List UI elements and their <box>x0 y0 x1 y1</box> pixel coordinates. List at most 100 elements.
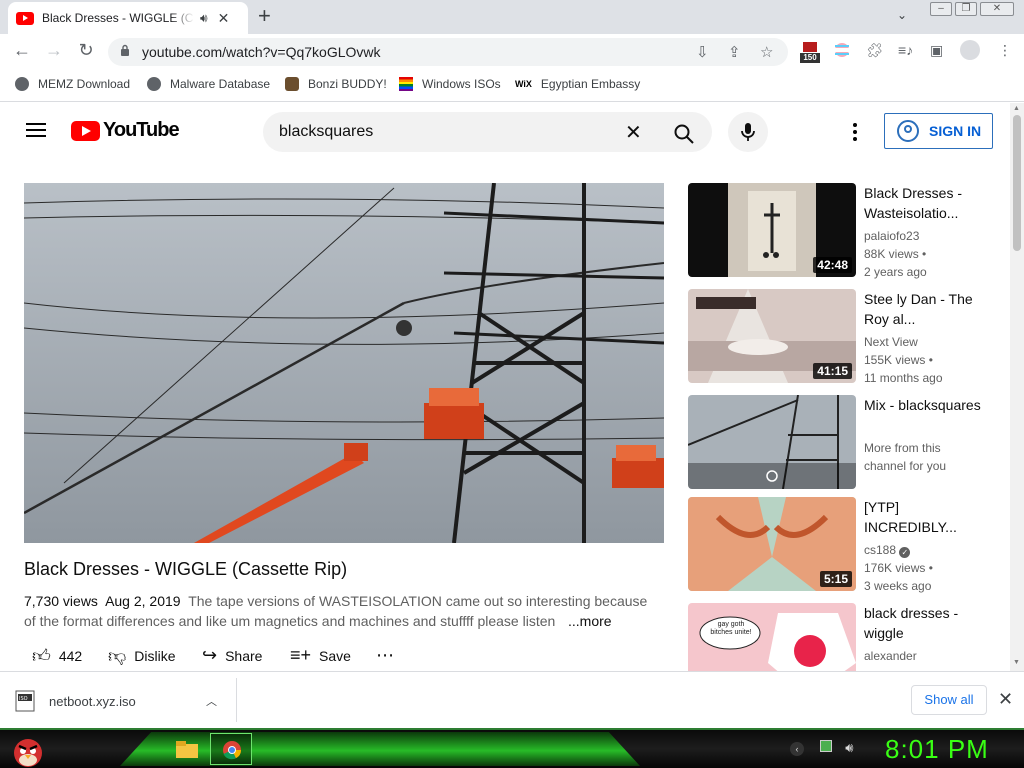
chrome-icon <box>223 741 242 760</box>
recommendation-channel[interactable]: alexander <box>864 647 992 665</box>
settings-kebab-icon[interactable] <box>853 123 859 144</box>
share-label: Share <box>225 647 263 664</box>
scroll-down-arrow-icon[interactable]: ▼ <box>1013 659 1020 666</box>
save-button[interactable]: ≡+ Save <box>290 645 351 666</box>
thumbnail-speech-bubble-text: gay goth bitches unite! <box>710 621 752 636</box>
volume-icon[interactable]: 🔊︎ <box>845 740 853 755</box>
back-arrow-icon[interactable]: ← <box>10 40 34 61</box>
download-filename[interactable]: netboot.xyz.iso <box>49 694 136 709</box>
recommendation-item[interactable]: 5:15 [YTP] INCREDIBLY... cs188 ✓ 176K vi… <box>688 497 998 593</box>
scroll-up-arrow-icon[interactable]: ▲ <box>1013 105 1020 112</box>
tab-close-icon[interactable]: ✕ <box>218 10 230 27</box>
recommendation-title[interactable]: [YTP] INCREDIBLY... <box>864 497 992 537</box>
sign-in-button[interactable]: SIGN IN <box>884 113 993 149</box>
install-app-icon[interactable]: ⇩ <box>696 43 709 61</box>
new-tab-button[interactable]: + <box>258 5 271 27</box>
close-window-button[interactable]: ✕ <box>980 2 1014 16</box>
bookmark-windows-isos[interactable]: Windows ISOs <box>399 77 501 91</box>
minimize-button[interactable]: – <box>930 2 952 16</box>
show-all-downloads-button[interactable]: Show all <box>911 685 987 715</box>
recommendation-item[interactable]: Mix - blacksquares More from this channe… <box>688 395 998 489</box>
extensions-puzzle-icon[interactable]: 🧩︎ <box>866 42 884 59</box>
recommendation-thumbnail[interactable]: 5:15 <box>688 497 856 591</box>
media-queue-icon[interactable]: ≡♪ <box>898 42 913 58</box>
recommendation-thumbnail[interactable]: gay goth bitches unite! <box>688 603 856 671</box>
tab-search-chevron-icon[interactable]: ⌄ <box>897 8 907 22</box>
file-explorer-folder-icon[interactable] <box>174 736 200 762</box>
profile-avatar-icon[interactable] <box>960 40 980 60</box>
page-scrollbar[interactable]: ▲ ▼ <box>1010 103 1024 671</box>
taskbar-clock[interactable]: 8:01 PM <box>885 734 989 765</box>
hamburger-menu-icon[interactable] <box>26 123 46 137</box>
show-more-link[interactable]: ...more <box>562 611 612 631</box>
network-icon[interactable] <box>819 740 832 752</box>
tab-youtube[interactable]: Black Dresses - WIGGLE (Cassette Rip) - … <box>8 2 248 34</box>
bookmark-malware-database[interactable]: Malware Database <box>147 77 270 91</box>
bookmark-memz-download[interactable]: MEMZ Download <box>15 77 130 91</box>
voice-search-button[interactable] <box>728 112 768 152</box>
youtube-logo[interactable]: YouTube <box>71 119 180 142</box>
bookmark-bonzi-buddy[interactable]: Bonzi BUDDY! <box>285 77 387 91</box>
restore-button[interactable]: ❐ <box>955 2 977 16</box>
youtube-wordmark: YouTube <box>103 119 180 141</box>
share-icon[interactable]: ⇪ <box>728 43 741 61</box>
recommendation-title[interactable]: black dresses - wiggle <box>864 603 992 643</box>
recommendation-thumbnail[interactable]: 42:48 <box>688 183 856 277</box>
dislike-button[interactable]: 👎︎ Dislike <box>108 645 176 667</box>
youtube-page: YouTube blacksquares ✕ SIGN IN Black Dre… <box>0 103 1010 671</box>
like-button[interactable]: 👍︎ 442 <box>32 645 82 667</box>
url-text[interactable]: youtube.com/watch?v=Qq7koGLOvwk <box>142 44 381 60</box>
lock-icon[interactable] <box>120 44 130 56</box>
sign-in-label: SIGN IN <box>929 123 982 139</box>
recommendation-channel[interactable]: Next View <box>864 333 992 351</box>
thumbs-up-icon: 👍︎ <box>32 646 51 666</box>
tab-audio-icon[interactable]: 🔊︎ <box>200 11 208 26</box>
start-button-angry-bird-icon[interactable] <box>10 733 46 768</box>
clear-search-icon[interactable]: ✕ <box>625 120 642 145</box>
youtube-favicon-icon <box>16 11 34 25</box>
chrome-menu-icon[interactable]: ⋮ <box>998 42 1012 59</box>
more-actions-icon[interactable]: ⋯ <box>376 645 394 666</box>
bookmark-egyptian-embassy[interactable]: WiX Egyptian Embassy <box>515 77 640 91</box>
thumbs-down-icon: 👎︎ <box>108 646 127 666</box>
side-panel-icon[interactable]: ▣ <box>930 42 943 59</box>
show-hidden-icons-icon[interactable]: ‹ <box>790 742 804 756</box>
recommendation-item[interactable]: 41:15 Stee ly Dan - The Roy al... Next V… <box>688 289 998 385</box>
bookmark-star-icon[interactable]: ☆ <box>760 43 773 61</box>
recommendation-title[interactable]: Mix - blacksquares <box>864 395 992 415</box>
recommendation-age: 2 years ago <box>864 265 927 279</box>
share-arrow-icon: ↪ <box>202 645 218 665</box>
search-box[interactable]: blacksquares ✕ <box>263 112 712 152</box>
close-download-shelf-icon[interactable]: ✕ <box>998 689 1013 710</box>
recommendation-thumbnail[interactable] <box>688 395 856 489</box>
extension-calendar-icon[interactable]: 150 <box>800 42 820 63</box>
extension-flag-icon[interactable] <box>834 42 850 61</box>
address-bar[interactable]: youtube.com/watch?v=Qq7koGLOvwk ⇩ ⇪ ☆ <box>108 38 788 66</box>
search-icon[interactable] <box>673 123 695 145</box>
recommendation-title[interactable]: Stee ly Dan - The Roy al... <box>864 289 992 329</box>
scrollbar-thumb[interactable] <box>1013 115 1021 251</box>
channel-name: cs188 <box>864 543 897 557</box>
video-player[interactable] <box>24 183 664 543</box>
recommendation-thumbnail[interactable]: 41:15 <box>688 289 856 383</box>
duration-badge: 41:15 <box>813 363 852 379</box>
bookmark-label: Malware Database <box>170 77 271 91</box>
recommendation-channel[interactable]: cs188 ✓ <box>864 541 992 559</box>
video-description[interactable]: 7,730 views Aug 2, 2019 The tape version… <box>24 591 650 631</box>
chrome-taskbar-button[interactable] <box>210 733 252 765</box>
duration-badge: 42:48 <box>813 257 852 273</box>
recommendation-title[interactable]: Black Dresses - Wasteisolatio... <box>864 183 992 223</box>
share-button[interactable]: ↪ Share <box>202 645 262 666</box>
recommendation-item[interactable]: 42:48 Black Dresses - Wasteisolatio... p… <box>688 183 998 279</box>
search-input[interactable]: blacksquares <box>279 123 373 141</box>
youtube-play-logo-icon <box>71 120 100 141</box>
download-options-chevron-icon[interactable]: ︿ <box>206 693 217 709</box>
forward-arrow-icon[interactable]: → <box>42 40 66 61</box>
recommendation-item[interactable]: gay goth bitches unite! black dresses - … <box>688 603 998 671</box>
video-frame-power-tower <box>24 183 664 543</box>
recommendation-channel[interactable]: palaiofo23 <box>864 227 992 245</box>
recommendation-views: 176K views • <box>864 561 933 575</box>
dislike-label: Dislike <box>134 648 176 664</box>
bookmark-label: Egyptian Embassy <box>540 77 641 91</box>
reload-icon[interactable]: ↻ <box>74 40 98 61</box>
